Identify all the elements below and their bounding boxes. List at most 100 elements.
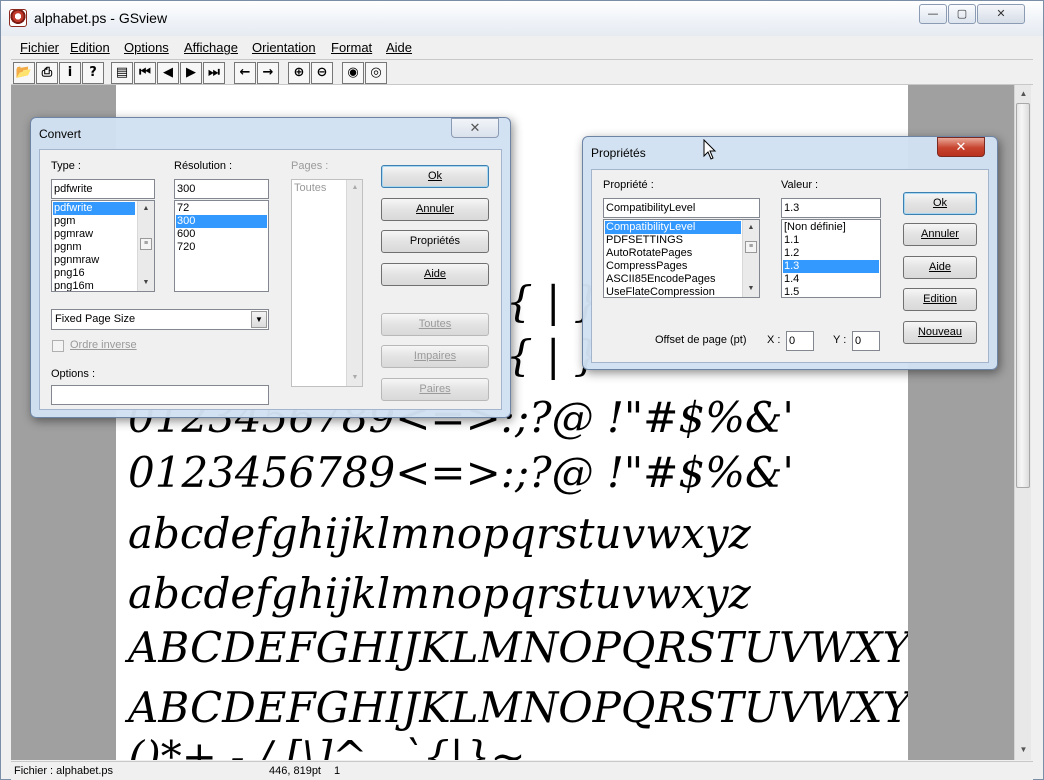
type-option[interactable]: pgmraw [53, 228, 93, 241]
view-eye-icon[interactable]: ◎ [365, 62, 387, 84]
reverse-order-checkbox[interactable] [52, 340, 64, 352]
odd-pages-button[interactable]: Impaires [381, 345, 489, 368]
property-option[interactable]: PDFSETTINGS [605, 234, 683, 247]
type-option[interactable]: pdfwrite [53, 202, 135, 215]
property-option[interactable]: CompatibilityLevel [605, 221, 741, 234]
zoom-out-icon[interactable]: ⊖ [311, 62, 333, 84]
value-input[interactable]: 1.3 [781, 198, 881, 218]
value-option[interactable]: 1.4 [783, 273, 879, 286]
close-button[interactable]: ✕ [977, 4, 1025, 24]
dropdown-arrow-icon[interactable]: ▼ [251, 311, 267, 328]
properties-close-icon[interactable]: ✕ [937, 137, 985, 157]
property-option[interactable]: UseFlateCompression [605, 286, 715, 297]
property-input[interactable]: CompatibilityLevel [603, 198, 760, 218]
scroll-thumb[interactable] [1016, 103, 1030, 488]
resolution-input[interactable]: 300 [174, 179, 269, 199]
toolbar: 📂 ⎙ i ? ▤ ⏮ ◀ ▶ ⏭ ← → ⊕ ⊖ ◉ ◎ [11, 59, 1033, 85]
scroll-thumb[interactable]: ≡ [745, 241, 757, 253]
menu-aide[interactable]: Aide [386, 40, 412, 55]
options-input[interactable] [51, 385, 269, 405]
properties-help-button[interactable]: Aide [903, 256, 977, 279]
chevron-up-icon[interactable]: ▲ [347, 181, 362, 195]
value-option[interactable]: 1.1 [783, 234, 879, 247]
page-size-value: Fixed Page Size [55, 313, 136, 325]
forward-icon[interactable]: → [257, 62, 279, 84]
info-icon[interactable]: i [59, 62, 81, 84]
scroll-thumb[interactable]: ≡ [140, 238, 152, 250]
prev-page-icon[interactable]: ◀ [157, 62, 179, 84]
convert-close-icon[interactable]: ✕ [451, 118, 499, 138]
resolution-option[interactable]: 72 [176, 202, 267, 215]
menu-edition[interactable]: Edition [70, 40, 110, 55]
convert-properties-button[interactable]: Propriétés [381, 230, 489, 253]
convert-cancel-button[interactable]: Annuler [381, 198, 489, 221]
menu-format[interactable]: Format [331, 40, 372, 55]
pages-list-scrollbar[interactable]: ▲ ▼ [346, 180, 362, 386]
status-page: 1 [334, 765, 341, 777]
first-page-icon[interactable]: ⏮ [134, 62, 156, 84]
type-option[interactable]: pgnmraw [53, 254, 99, 267]
chevron-down-icon[interactable]: ▼ [138, 276, 154, 290]
type-option[interactable]: png16m [53, 280, 94, 291]
scroll-up-icon[interactable]: ▲ [1015, 86, 1032, 102]
pages-option[interactable]: Toutes [293, 182, 326, 195]
type-option[interactable]: pgm [53, 215, 75, 228]
type-option[interactable]: png16 [53, 267, 85, 280]
last-page-icon[interactable]: ⏭ [203, 62, 225, 84]
type-listbox[interactable]: pdfwrite pgm pgmraw pgnm pgnmraw png16 p… [51, 200, 155, 292]
open-icon[interactable]: 📂 [13, 62, 35, 84]
view-text-icon[interactable]: ◉ [342, 62, 364, 84]
page-select-icon[interactable]: ▤ [111, 62, 133, 84]
menu-fichier[interactable]: Fichier [20, 40, 59, 55]
property-option[interactable]: CompressPages [605, 260, 687, 273]
value-option[interactable]: 1.5 [783, 286, 879, 297]
properties-dialog-body: Propriété : CompatibilityLevel Compatibi… [591, 169, 989, 363]
menu-affichage[interactable]: Affichage [184, 40, 238, 55]
offset-y-input[interactable]: 0 [852, 331, 880, 351]
scroll-down-icon[interactable]: ▼ [1015, 742, 1032, 758]
all-pages-button[interactable]: Toutes [381, 313, 489, 336]
chevron-up-icon[interactable]: ▲ [743, 221, 759, 235]
property-option[interactable]: AutoRotatePages [605, 247, 692, 260]
chevron-down-icon[interactable]: ▼ [347, 371, 362, 385]
glyph-line-4: 0123456789<=>:;?@ !"#$%&' [128, 448, 794, 497]
page-size-select[interactable]: Fixed Page Size ▼ [51, 309, 269, 330]
back-icon[interactable]: ← [234, 62, 256, 84]
offset-x-input[interactable]: 0 [786, 331, 814, 351]
value-option[interactable]: 1.2 [783, 247, 879, 260]
status-bar: Fichier : alphabet.ps 446, 819pt 1 [11, 761, 1033, 780]
value-option[interactable]: [Non définie] [783, 221, 879, 234]
maximize-button[interactable]: ▢ [948, 4, 976, 24]
type-option[interactable]: pgnm [53, 241, 82, 254]
print-icon[interactable]: ⎙ [36, 62, 58, 84]
chevron-up-icon[interactable]: ▲ [138, 202, 154, 216]
pages-listbox[interactable]: Toutes ▲ ▼ [291, 179, 363, 387]
property-option[interactable]: ASCII85EncodePages [605, 273, 715, 286]
value-listbox[interactable]: [Non définie] 1.1 1.2 1.3 1.4 1.5 [781, 219, 881, 298]
convert-help-button[interactable]: Aide [381, 263, 489, 286]
menu-options[interactable]: Options [124, 40, 169, 55]
property-list-scrollbar[interactable]: ▲ ≡ ▼ [742, 220, 759, 297]
resolution-listbox[interactable]: 72 300 600 720 [174, 200, 269, 292]
offset-x-label: X : [767, 334, 781, 346]
properties-ok-button[interactable]: Ok [903, 192, 977, 215]
help-icon[interactable]: ? [82, 62, 104, 84]
convert-ok-button[interactable]: Ok [381, 165, 489, 188]
minimize-button[interactable]: — [919, 4, 947, 24]
resolution-option[interactable]: 300 [176, 215, 267, 228]
chevron-down-icon[interactable]: ▼ [743, 282, 759, 296]
type-input[interactable]: pdfwrite [51, 179, 155, 199]
property-listbox[interactable]: CompatibilityLevel PDFSETTINGS AutoRotat… [603, 219, 760, 298]
vertical-scrollbar[interactable]: ▲ ▼ [1014, 85, 1031, 760]
type-list-scrollbar[interactable]: ▲ ≡ ▼ [137, 201, 154, 291]
resolution-option[interactable]: 720 [176, 241, 267, 254]
properties-new-button[interactable]: Nouveau [903, 321, 977, 344]
even-pages-button[interactable]: Paires [381, 378, 489, 401]
next-page-icon[interactable]: ▶ [180, 62, 202, 84]
value-option[interactable]: 1.3 [783, 260, 879, 273]
zoom-in-icon[interactable]: ⊕ [288, 62, 310, 84]
properties-cancel-button[interactable]: Annuler [903, 223, 977, 246]
properties-edit-button[interactable]: Edition [903, 288, 977, 311]
resolution-option[interactable]: 600 [176, 228, 267, 241]
menu-orientation[interactable]: Orientation [252, 40, 316, 55]
